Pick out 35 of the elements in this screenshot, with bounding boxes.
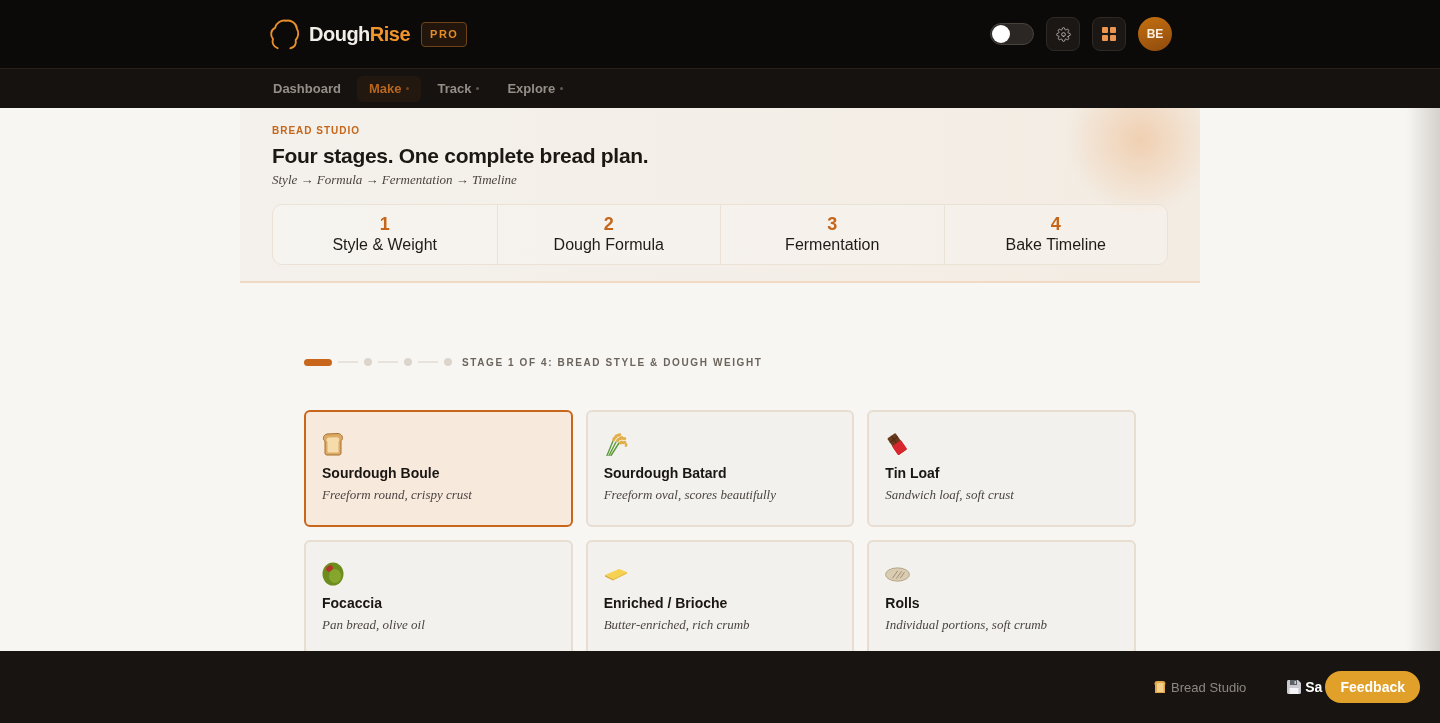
page-subtitle: Style → Formula → Fermentation → Timeline — [272, 171, 518, 188]
settings-icon — [1055, 26, 1071, 42]
pro-badge: PRO — [421, 21, 468, 47]
stage-tab[interactable]: 3 Fermentation — [720, 205, 944, 264]
grid-icon — [1102, 27, 1116, 41]
olive-icon — [322, 562, 344, 586]
wheat-icon — [603, 432, 628, 456]
stage-tab[interactable]: 4 Bake Timeline — [943, 205, 1167, 264]
stage-tab[interactable]: 2 Dough Formula — [496, 205, 720, 264]
nav-tab[interactable]: Dashboard — [261, 75, 353, 102]
brand-name: DoughRise — [309, 22, 411, 46]
apps-button[interactable] — [1092, 17, 1126, 51]
bread-loaf-icon — [322, 432, 344, 456]
save-button[interactable]: Sa — [1287, 679, 1323, 695]
flatbread-icon — [885, 566, 911, 582]
style-card[interactable]: Sourdough Batard Freeform oval, scores beautifully — [585, 410, 855, 527]
dough-outline-icon — [268, 18, 300, 50]
style-card[interactable]: Rolls Individual portions, soft crumb — [867, 540, 1136, 651]
nav-tab[interactable]: Make — [356, 75, 422, 102]
nav-tab[interactable]: Explore — [495, 75, 576, 102]
stage-tab[interactable]: 1 Style & Weight — [273, 205, 497, 264]
style-card[interactable]: Tin Loaf Sandwich loaf, soft crust — [867, 410, 1136, 527]
page-title: Four stages. One complete bread plan. — [272, 143, 650, 169]
theme-toggle[interactable] — [990, 23, 1034, 45]
stage-caption: STAGE 1 OF 4: BREAD STYLE & DOUGH WEIGHT — [462, 356, 763, 368]
style-card[interactable]: Sourdough Boule Freeform round, crispy crust — [304, 410, 573, 527]
style-card[interactable]: Enriched / Brioche Butter-enriched, rich crumb — [585, 540, 855, 651]
section-eyebrow: BREAD STUDIO — [272, 124, 362, 138]
bread-icon — [1154, 680, 1167, 694]
settings-button[interactable] — [1046, 17, 1080, 51]
nav-tab[interactable]: Track — [425, 75, 492, 102]
style-card[interactable]: Focaccia Pan bread, olive oil — [304, 540, 573, 651]
butter-icon — [603, 567, 628, 581]
section-label: Bread Studio — [1171, 679, 1247, 695]
user-avatar[interactable]: BE — [1138, 17, 1172, 51]
